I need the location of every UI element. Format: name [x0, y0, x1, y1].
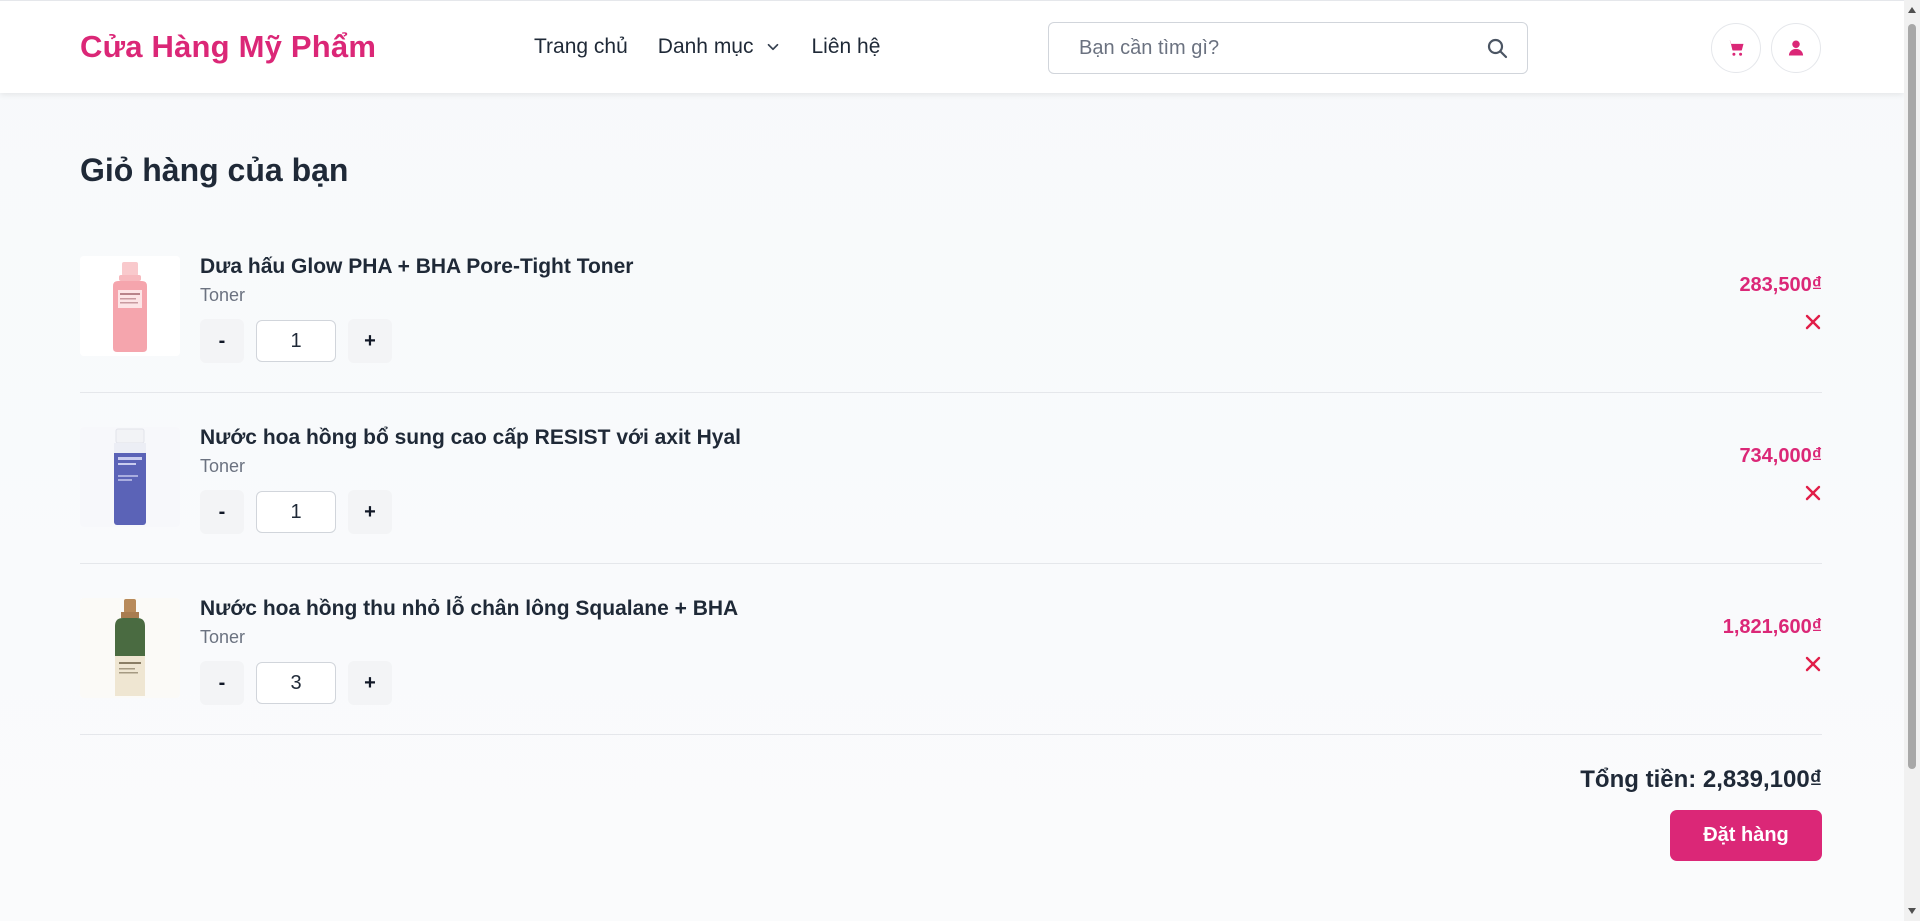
user-icon [1788, 40, 1804, 56]
cart-item: Nước hoa hồng thu nhỏ lỗ chân lông Squal… [80, 564, 1822, 735]
quantity-input[interactable] [256, 320, 336, 362]
cart-list: Dưa hấu Glow PHA + BHA Pore-Tight Toner … [80, 222, 1822, 735]
search-input[interactable] [1049, 23, 1469, 73]
green-toner-bottle-image [80, 598, 180, 698]
product-name[interactable]: Nước hoa hồng thu nhỏ lỗ chân lông Squal… [200, 597, 738, 621]
remove-item-icon[interactable] [1804, 655, 1822, 673]
product-name[interactable]: Nước hoa hồng bổ sung cao cấp RESIST với… [200, 426, 741, 450]
product-price: 283,500₫ [1739, 274, 1822, 296]
cart-item: Nước hoa hồng bổ sung cao cấp RESIST với… [80, 393, 1822, 564]
cart-item: Dưa hấu Glow PHA + BHA Pore-Tight Toner … [80, 222, 1822, 393]
quantity-input[interactable] [256, 491, 336, 533]
increase-quantity-button[interactable]: + [348, 319, 392, 363]
pink-toner-bottle-image [80, 256, 180, 356]
product-category: Toner [200, 456, 246, 476]
quantity-stepper: - + [200, 661, 392, 705]
quantity-stepper: - + [200, 490, 392, 534]
quantity-input[interactable] [256, 662, 336, 704]
product-image-blue-toner[interactable] [80, 427, 180, 527]
account-button[interactable] [1771, 23, 1821, 73]
nav-home-label: Trang chủ [534, 35, 628, 58]
product-image-pink-toner[interactable] [80, 256, 180, 356]
search-icon[interactable] [1485, 36, 1509, 60]
blue-toner-bottle-image [80, 427, 180, 527]
place-order-button[interactable]: Đặt hàng [1670, 810, 1822, 861]
remove-item-icon[interactable] [1804, 484, 1822, 502]
product-category: Toner [200, 627, 246, 647]
remove-item-icon[interactable] [1804, 313, 1822, 331]
nav-categories[interactable]: Danh mục [658, 35, 782, 59]
product-category: Toner [200, 285, 246, 305]
scroll-down-arrow-icon[interactable] [1907, 906, 1917, 916]
product-image-green-toner[interactable] [80, 598, 180, 698]
vertical-scrollbar[interactable] [1904, 0, 1920, 921]
page-title: Giỏ hàng của bạn [80, 152, 349, 188]
product-price: 734,000₫ [1739, 445, 1822, 467]
scrollbar-thumb[interactable] [1908, 24, 1916, 769]
nav-categories-label: Danh mục [657, 35, 754, 58]
chevron-down-icon [767, 43, 778, 51]
nav-contact[interactable]: Liên hệ [812, 35, 881, 59]
site-header: Cửa Hàng Mỹ Phẩm Trang chủ Danh mục Liên… [0, 0, 1904, 93]
product-price: 1,821,600₫ [1722, 616, 1822, 638]
nav-home[interactable]: Trang chủ [534, 35, 628, 59]
nav-contact-label: Liên hệ [811, 35, 881, 58]
increase-quantity-button[interactable]: + [348, 490, 392, 534]
cart-button[interactable] [1711, 23, 1761, 73]
cart-icon [1727, 40, 1744, 56]
main-nav: Trang chủ Danh mục Liên hệ [534, 35, 880, 59]
decrease-quantity-button[interactable]: - [200, 319, 244, 363]
decrease-quantity-button[interactable]: - [200, 661, 244, 705]
decrease-quantity-button[interactable]: - [200, 490, 244, 534]
cart-total: Tổng tiền: 2,839,100₫ [1580, 766, 1822, 793]
brand-logo[interactable]: Cửa Hàng Mỹ Phẩm [80, 29, 376, 65]
quantity-stepper: - + [200, 319, 392, 363]
increase-quantity-button[interactable]: + [348, 661, 392, 705]
product-name[interactable]: Dưa hấu Glow PHA + BHA Pore-Tight Toner [200, 255, 633, 279]
search-box [1048, 22, 1528, 74]
scroll-up-arrow-icon[interactable] [1907, 5, 1917, 15]
